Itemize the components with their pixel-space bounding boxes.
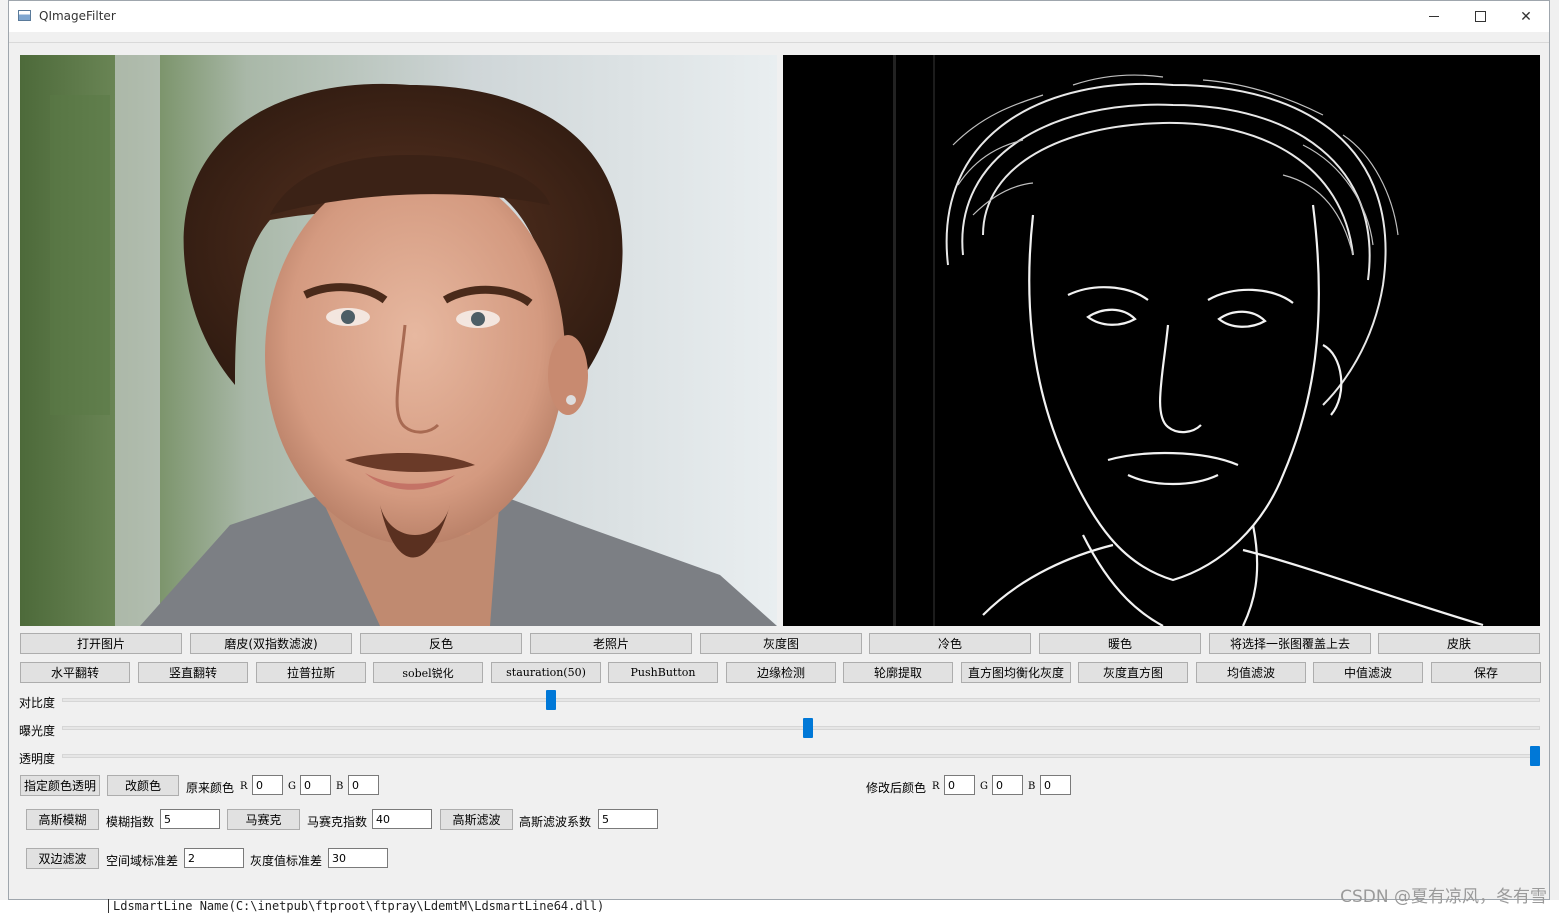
modified-g-input[interactable] <box>992 775 1023 795</box>
maximize-icon <box>1474 11 1486 22</box>
mosaic-index-input[interactable] <box>372 809 432 829</box>
original-b-input[interactable] <box>348 775 379 795</box>
minimize-button[interactable] <box>1411 1 1457 32</box>
edge-detect-button[interactable]: 边缘检测 <box>726 662 836 683</box>
warm-tone-button[interactable]: 暖色 <box>1039 633 1201 654</box>
opacity-label: 透明度 <box>19 752 56 766</box>
close-button[interactable]: ✕ <box>1503 1 1549 32</box>
open-image-button[interactable]: 打开图片 <box>20 633 182 654</box>
contrast-label: 对比度 <box>19 696 56 710</box>
blur-index-input[interactable] <box>160 809 220 829</box>
cool-tone-button[interactable]: 冷色 <box>869 633 1031 654</box>
overlay-image-button[interactable]: 将选择一张图覆盖上去 <box>1209 633 1371 654</box>
original-b-label: B <box>336 781 344 792</box>
opacity-slider-track[interactable] <box>62 754 1540 758</box>
gaussian-blur-button[interactable]: 高斯模糊 <box>26 809 99 830</box>
title-bar[interactable]: QImageFilter ✕ <box>9 1 1549 32</box>
flip-horizontal-button[interactable]: 水平翻转 <box>20 662 130 683</box>
original-image <box>20 55 777 626</box>
original-r-input[interactable] <box>252 775 283 795</box>
change-color-button[interactable]: 改颜色 <box>107 775 179 796</box>
saturation-button[interactable]: stauration(50) <box>491 662 601 683</box>
original-color-label: 原来颜色 <box>186 781 235 795</box>
contrast-slider-track[interactable] <box>62 698 1540 702</box>
bilateral-filter-button[interactable]: 双边滤波 <box>26 848 99 869</box>
exposure-slider-handle[interactable] <box>803 718 814 738</box>
exposure-slider-track[interactable] <box>62 726 1540 730</box>
mosaic-index-label: 马赛克指数 <box>307 815 368 829</box>
old-photo-button[interactable]: 老照片 <box>530 633 692 654</box>
laplacian-button[interactable]: 拉普拉斯 <box>256 662 366 683</box>
background-code-text: LdsmartLine Name(C:\inetpub\ftproot\ftpr… <box>108 899 604 913</box>
mean-filter-button[interactable]: 均值滤波 <box>1196 662 1306 683</box>
gray-sigma-input[interactable] <box>328 848 388 868</box>
exposure-label: 曝光度 <box>19 724 56 738</box>
skin-smoothing-button[interactable]: 磨皮(双指数滤波) <box>190 633 352 654</box>
modified-b-input[interactable] <box>1040 775 1071 795</box>
original-g-label: G <box>288 781 296 792</box>
modified-b-label: B <box>1028 781 1036 792</box>
histogram-equalize-button[interactable]: 直方图均衡化灰度 <box>961 662 1071 683</box>
push-button[interactable]: PushButton <box>608 662 718 683</box>
gaussian-coef-input[interactable] <box>598 809 658 829</box>
invert-color-button[interactable]: 反色 <box>360 633 522 654</box>
save-button[interactable]: 保存 <box>1431 662 1541 683</box>
blur-index-label: 模糊指数 <box>106 815 155 829</box>
portrait-photo <box>20 55 777 626</box>
contour-extract-button[interactable]: 轮廓提取 <box>843 662 953 683</box>
edge-detection-result <box>783 55 1540 626</box>
csdn-watermark: CSDN @夏有凉风，冬有雪 <box>1340 887 1547 907</box>
original-g-input[interactable] <box>300 775 331 795</box>
original-r-label: R <box>240 781 248 792</box>
grayscale-button[interactable]: 灰度图 <box>700 633 862 654</box>
median-filter-button[interactable]: 中值滤波 <box>1313 662 1423 683</box>
app-window: QImageFilter ✕ 打开图片 磨皮(双指数滤波) 反色 老照片 灰度图… <box>8 0 1550 900</box>
minimize-icon <box>1429 16 1439 17</box>
skin-button[interactable]: 皮肤 <box>1378 633 1540 654</box>
gaussian-coef-label: 高斯滤波系数 <box>519 815 592 829</box>
window-title: QImageFilter <box>39 9 116 23</box>
app-icon <box>18 10 31 21</box>
gray-sigma-label: 灰度值标准差 <box>250 854 323 868</box>
specify-transparent-button[interactable]: 指定颜色透明 <box>20 775 100 796</box>
modified-r-input[interactable] <box>944 775 975 795</box>
menu-bar <box>9 32 1549 43</box>
spatial-sigma-label: 空间域标准差 <box>106 854 179 868</box>
mosaic-button[interactable]: 马赛克 <box>227 809 300 830</box>
sobel-sharpen-button[interactable]: sobel锐化 <box>373 662 483 683</box>
contrast-slider-handle[interactable] <box>546 690 557 710</box>
spatial-sigma-input[interactable] <box>184 848 244 868</box>
close-icon: ✕ <box>1520 8 1532 25</box>
gaussian-filter-button[interactable]: 高斯滤波 <box>440 809 513 830</box>
modified-color-label: 修改后颜色 <box>866 781 927 795</box>
maximize-button[interactable] <box>1457 1 1503 32</box>
gray-histogram-button[interactable]: 灰度直方图 <box>1078 662 1188 683</box>
modified-g-label: G <box>980 781 988 792</box>
flip-vertical-button[interactable]: 竖直翻转 <box>138 662 248 683</box>
opacity-slider-handle[interactable] <box>1530 746 1540 766</box>
modified-r-label: R <box>932 781 940 792</box>
processed-image <box>783 55 1540 626</box>
